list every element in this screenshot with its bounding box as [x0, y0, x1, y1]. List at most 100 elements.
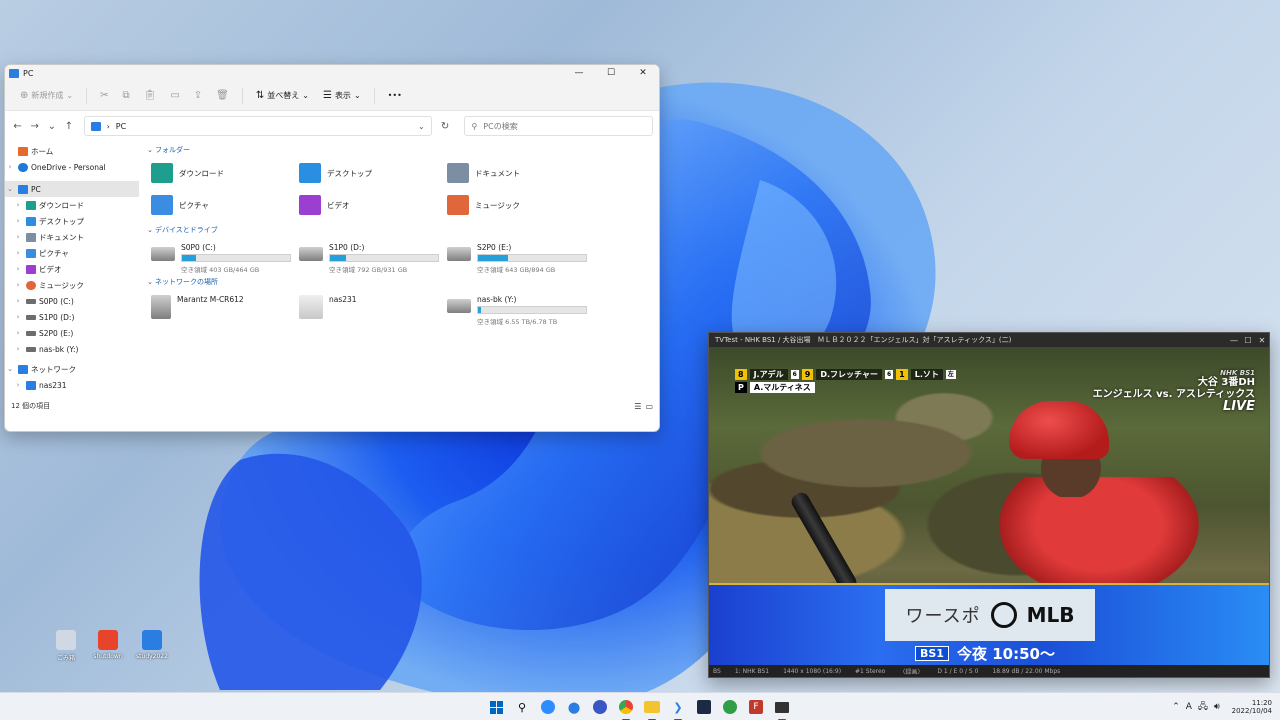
- desktop-icon-study2022[interactable]: study2022: [134, 630, 170, 660]
- status-audio[interactable]: #1 Stereo: [855, 668, 885, 675]
- section-header-network[interactable]: ⌄ ネットワークの場所: [145, 275, 659, 289]
- dark-app[interactable]: [694, 697, 714, 717]
- chevron-right-icon[interactable]: ›: [13, 381, 23, 389]
- more-options-button[interactable]: •••: [383, 86, 407, 106]
- vscode-app[interactable]: ❯: [668, 697, 688, 720]
- chevron-right-icon[interactable]: ›: [13, 329, 23, 337]
- folder-desktop[interactable]: デスクトップ: [293, 157, 441, 189]
- tvtest-app[interactable]: [772, 697, 792, 720]
- status-channel[interactable]: 1: NHK BS1: [735, 668, 769, 675]
- chevron-right-icon[interactable]: ›: [13, 281, 23, 289]
- nav-item-drive-e[interactable]: › S2P0 (E:): [5, 325, 139, 341]
- video-frame[interactable]: 8 J.アデル 6 9 D.フレッチャー 6 1 L.ソト 左 P A.マルティ…: [709, 347, 1269, 665]
- delete-button[interactable]: 🗑︎: [211, 86, 234, 106]
- nav-item-home[interactable]: ホーム: [5, 143, 139, 159]
- volume-icon[interactable]: 🔊︎: [1214, 702, 1220, 712]
- ime-indicator[interactable]: A: [1186, 702, 1192, 712]
- chevron-down-icon[interactable]: ⌄: [145, 278, 155, 286]
- nav-item-drive-y[interactable]: › nas-bk (Y:): [5, 341, 139, 357]
- nav-item-pc[interactable]: ⌄ PC: [5, 181, 139, 197]
- section-header-folders[interactable]: ⌄ フォルダー: [145, 143, 659, 157]
- chevron-down-icon[interactable]: ⌄: [5, 185, 15, 193]
- chevron-right-icon[interactable]: ›: [5, 163, 15, 171]
- tv-titlebar[interactable]: TVTest - NHK BS1 / 大谷出場 ＭＬＢ２０２２「エンジェルス」対…: [709, 333, 1269, 347]
- minimize-button[interactable]: —: [1227, 333, 1241, 347]
- search-button[interactable]: ⚲: [512, 697, 532, 717]
- rename-button[interactable]: ▭: [165, 86, 184, 106]
- filezilla-app[interactable]: F: [746, 697, 766, 717]
- recent-chevron-icon[interactable]: ⌄: [45, 121, 58, 132]
- chevron-right-icon[interactable]: ›: [13, 217, 23, 225]
- nav-item-music[interactable]: › ミュージック: [5, 277, 139, 293]
- refresh-icon[interactable]: ↻: [436, 121, 455, 132]
- forward-arrow-icon[interactable]: →: [28, 121, 41, 132]
- chevron-right-icon[interactable]: ›: [13, 297, 23, 305]
- drive-d[interactable]: S1P0 (D:) 空き領域 792 GB/931 GB: [293, 237, 441, 274]
- search-input[interactable]: ⚲ PCの検索: [464, 116, 653, 136]
- address-bar[interactable]: › PC ⌄: [83, 116, 432, 136]
- chrome-app[interactable]: [616, 697, 636, 720]
- nav-item-nas231[interactable]: › nas231: [5, 377, 139, 393]
- network-drive-y[interactable]: nas-bk (Y:) 空き領域 6.55 TB/6.78 TB: [441, 289, 589, 326]
- section-header-drives[interactable]: ⌄ デバイスとドライブ: [145, 223, 659, 237]
- chevron-right-icon[interactable]: ›: [13, 201, 23, 209]
- nav-item-documents[interactable]: › ドキュメント: [5, 229, 139, 245]
- close-button[interactable]: ✕: [1255, 333, 1269, 347]
- cut-button[interactable]: ✂: [95, 86, 113, 106]
- network-icon[interactable]: 🖧︎: [1198, 699, 1208, 715]
- status-record[interactable]: 〈録画〉: [899, 667, 923, 676]
- tiles-view-icon[interactable]: ▭: [645, 402, 653, 411]
- chevron-down-icon[interactable]: ⌄: [418, 122, 425, 131]
- nav-item-network[interactable]: ⌄ ネットワーク: [5, 361, 139, 377]
- up-arrow-icon[interactable]: ↑: [62, 121, 75, 132]
- nav-item-drive-d[interactable]: › S1P0 (D:): [5, 309, 139, 325]
- maximize-button[interactable]: ☐: [1241, 333, 1255, 347]
- nav-item-videos[interactable]: › ビデオ: [5, 261, 139, 277]
- explorer-titlebar[interactable]: PC — ☐ ✕: [5, 65, 659, 81]
- chevron-down-icon[interactable]: ⌄: [5, 365, 15, 373]
- start-button[interactable]: [486, 697, 506, 717]
- status-network[interactable]: BS: [713, 668, 721, 675]
- clock[interactable]: 11:20 2022/10/04: [1232, 699, 1272, 716]
- nav-item-drive-c[interactable]: › S0P0 (C:): [5, 293, 139, 309]
- folder-music[interactable]: ミュージック: [441, 189, 589, 221]
- chevron-right-icon[interactable]: ›: [13, 313, 23, 321]
- nav-item-onedrive[interactable]: › OneDrive - Personal: [5, 159, 139, 175]
- minimize-button[interactable]: —: [563, 65, 595, 81]
- maximize-button[interactable]: ☐: [595, 65, 627, 81]
- desktop-icon-shutdown[interactable]: shutdown: [90, 630, 126, 660]
- drive-e[interactable]: S2P0 (E:) 空き領域 643 GB/894 GB: [441, 237, 589, 274]
- nav-item-desktop[interactable]: › デスクトップ: [5, 213, 139, 229]
- chevron-right-icon[interactable]: ›: [13, 345, 23, 353]
- sort-button[interactable]: ⇅ 並べ替え ⌄: [251, 86, 314, 106]
- folder-pictures[interactable]: ピクチャ: [145, 189, 293, 221]
- drive-c[interactable]: S0P0 (C:) 空き領域 403 GB/464 GB: [145, 237, 293, 274]
- share-button[interactable]: ⇪: [189, 86, 207, 106]
- copy-button[interactable]: ⧉: [117, 86, 134, 106]
- breadcrumb[interactable]: PC: [116, 122, 126, 131]
- folder-videos[interactable]: ビデオ: [293, 189, 441, 221]
- maps-app[interactable]: ⬤: [564, 697, 584, 717]
- network-device-marantz[interactable]: Marantz M-CR612: [145, 289, 293, 325]
- zoom-app[interactable]: [538, 697, 558, 717]
- file-explorer-app[interactable]: [642, 697, 662, 720]
- folder-documents[interactable]: ドキュメント: [441, 157, 589, 189]
- chevron-right-icon[interactable]: ›: [13, 249, 23, 257]
- chevron-right-icon[interactable]: ›: [13, 265, 23, 273]
- new-button[interactable]: ⊕ 新規作成 ⌄: [15, 86, 78, 106]
- chevron-down-icon[interactable]: ⌄: [145, 146, 155, 154]
- github-app[interactable]: [590, 697, 610, 717]
- folder-downloads[interactable]: ダウンロード: [145, 157, 293, 189]
- nav-item-downloads[interactable]: › ダウンロード: [5, 197, 139, 213]
- back-arrow-icon[interactable]: ←: [11, 121, 24, 132]
- chevron-right-icon[interactable]: ›: [13, 233, 23, 241]
- close-button[interactable]: ✕: [627, 65, 659, 81]
- desktop-icon-recycle-bin[interactable]: ごみ箱: [48, 630, 84, 662]
- chevron-up-icon[interactable]: ⌃: [1172, 702, 1180, 712]
- chevron-down-icon[interactable]: ⌄: [145, 226, 155, 234]
- green-app[interactable]: [720, 697, 740, 717]
- paste-button[interactable]: 📋︎: [139, 86, 162, 106]
- details-view-icon[interactable]: ☰: [634, 402, 641, 411]
- view-button[interactable]: ☰ 表示 ⌄: [318, 86, 366, 106]
- nav-item-pictures[interactable]: › ピクチャ: [5, 245, 139, 261]
